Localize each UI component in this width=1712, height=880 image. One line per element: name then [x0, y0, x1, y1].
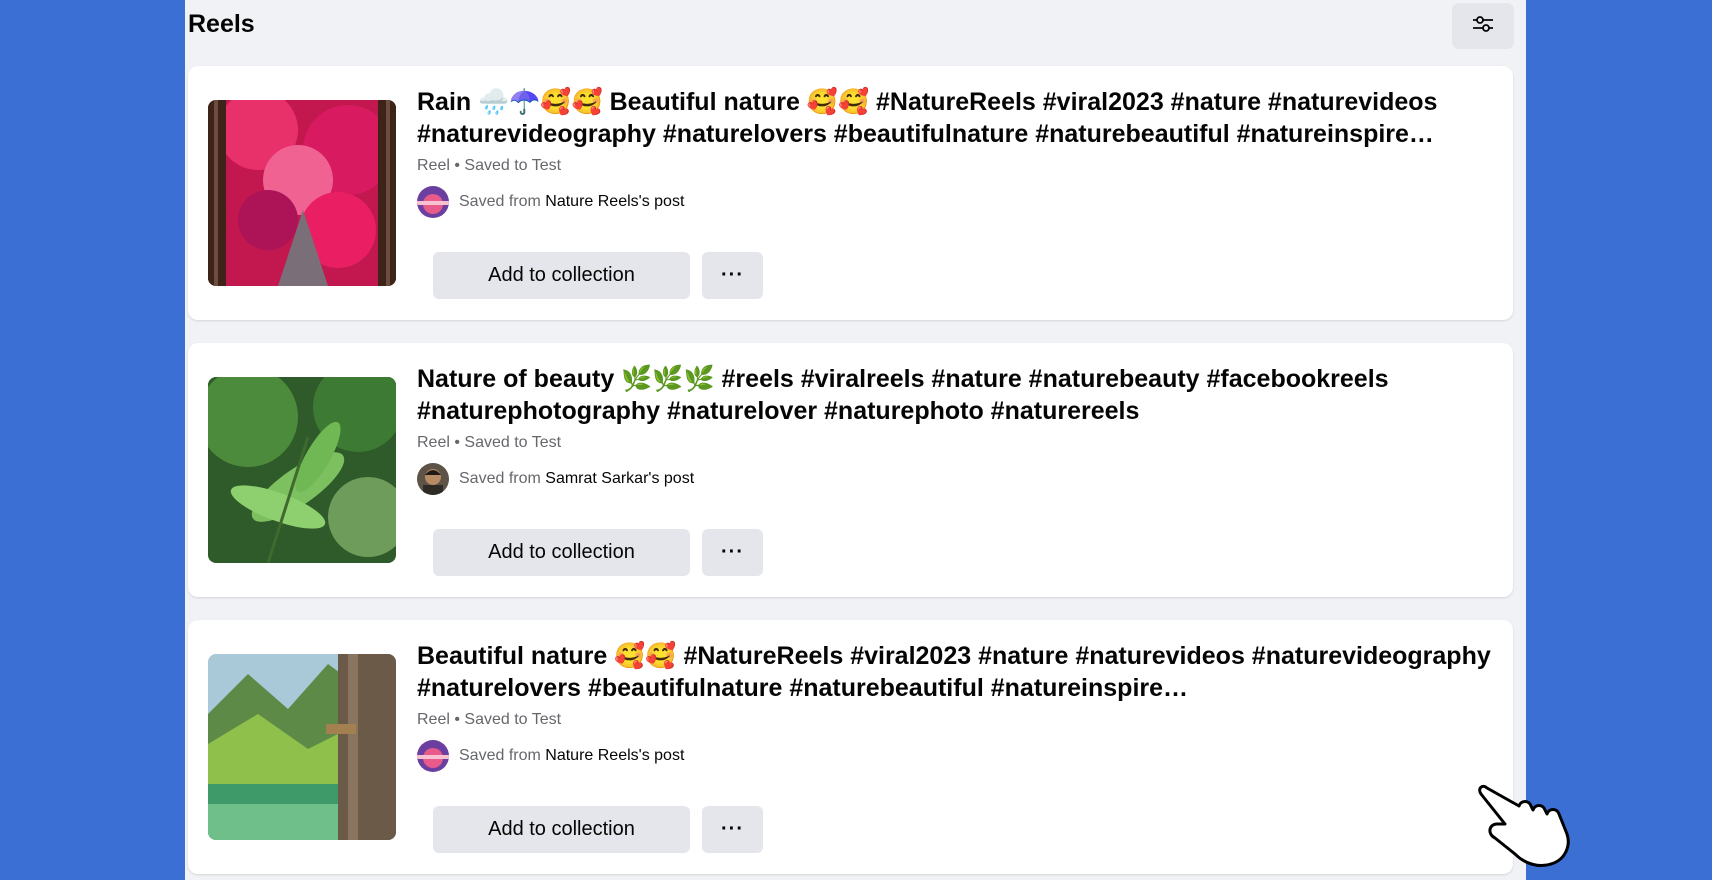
- add-to-collection-button[interactable]: Add to collection: [433, 529, 690, 576]
- avatar[interactable]: [417, 186, 449, 218]
- saved-from-text: Saved from Samrat Sarkar's post: [459, 470, 694, 488]
- more-options-button[interactable]: ···: [702, 252, 763, 299]
- saved-from-row: Saved from Samrat Sarkar's post: [417, 463, 694, 495]
- source-link[interactable]: Nature Reels's post: [545, 193, 684, 210]
- saved-from-prefix: Saved from: [459, 470, 546, 487]
- add-to-collection-button[interactable]: Add to collection: [433, 252, 690, 299]
- filter-button[interactable]: [1452, 3, 1514, 49]
- avatar[interactable]: [417, 463, 449, 495]
- reel-thumbnail[interactable]: [208, 377, 396, 563]
- source-link[interactable]: Samrat Sarkar's post: [545, 470, 694, 487]
- avatar[interactable]: [417, 740, 449, 772]
- reel-title[interactable]: Nature of beauty 🌿🌿🌿 #reels #viralreels …: [417, 363, 1492, 427]
- saved-from-text: Saved from Nature Reels's post: [459, 193, 684, 211]
- reel-title[interactable]: Beautiful nature 🥰🥰 #NatureReels #viral2…: [417, 640, 1492, 704]
- saved-from-text: Saved from Nature Reels's post: [459, 747, 684, 765]
- saved-from-prefix: Saved from: [459, 193, 546, 210]
- reel-thumbnail[interactable]: [208, 654, 396, 840]
- saved-from-row: Saved from Nature Reels's post: [417, 740, 684, 772]
- saved-from-prefix: Saved from: [459, 747, 546, 764]
- saved-reel-card[interactable]: Beautiful nature 🥰🥰 #NatureReels #viral2…: [188, 620, 1513, 874]
- reel-title[interactable]: Rain 🌧️☂️🥰🥰 Beautiful nature 🥰🥰 #NatureR…: [417, 86, 1492, 150]
- saved-reels-panel: Reels Rain 🌧️☂️🥰🥰 Beautiful nature 🥰🥰 #N…: [185, 0, 1526, 880]
- reel-meta: Reel • Saved to Test: [417, 434, 562, 451]
- sliders-icon: [1471, 14, 1495, 39]
- page-title: Reels: [188, 10, 255, 38]
- hand-pointer-icon: [1475, 780, 1575, 877]
- saved-reel-card[interactable]: Rain 🌧️☂️🥰🥰 Beautiful nature 🥰🥰 #NatureR…: [188, 66, 1513, 320]
- reel-thumbnail[interactable]: [208, 100, 396, 286]
- saved-reel-card[interactable]: Nature of beauty 🌿🌿🌿 #reels #viralreels …: [188, 343, 1513, 597]
- more-options-button[interactable]: ···: [702, 529, 763, 576]
- more-options-button[interactable]: ···: [702, 806, 763, 853]
- source-link[interactable]: Nature Reels's post: [545, 747, 684, 764]
- saved-from-row: Saved from Nature Reels's post: [417, 186, 684, 218]
- reel-meta: Reel • Saved to Test: [417, 711, 562, 728]
- add-to-collection-button[interactable]: Add to collection: [433, 806, 690, 853]
- reel-meta: Reel • Saved to Test: [417, 157, 562, 174]
